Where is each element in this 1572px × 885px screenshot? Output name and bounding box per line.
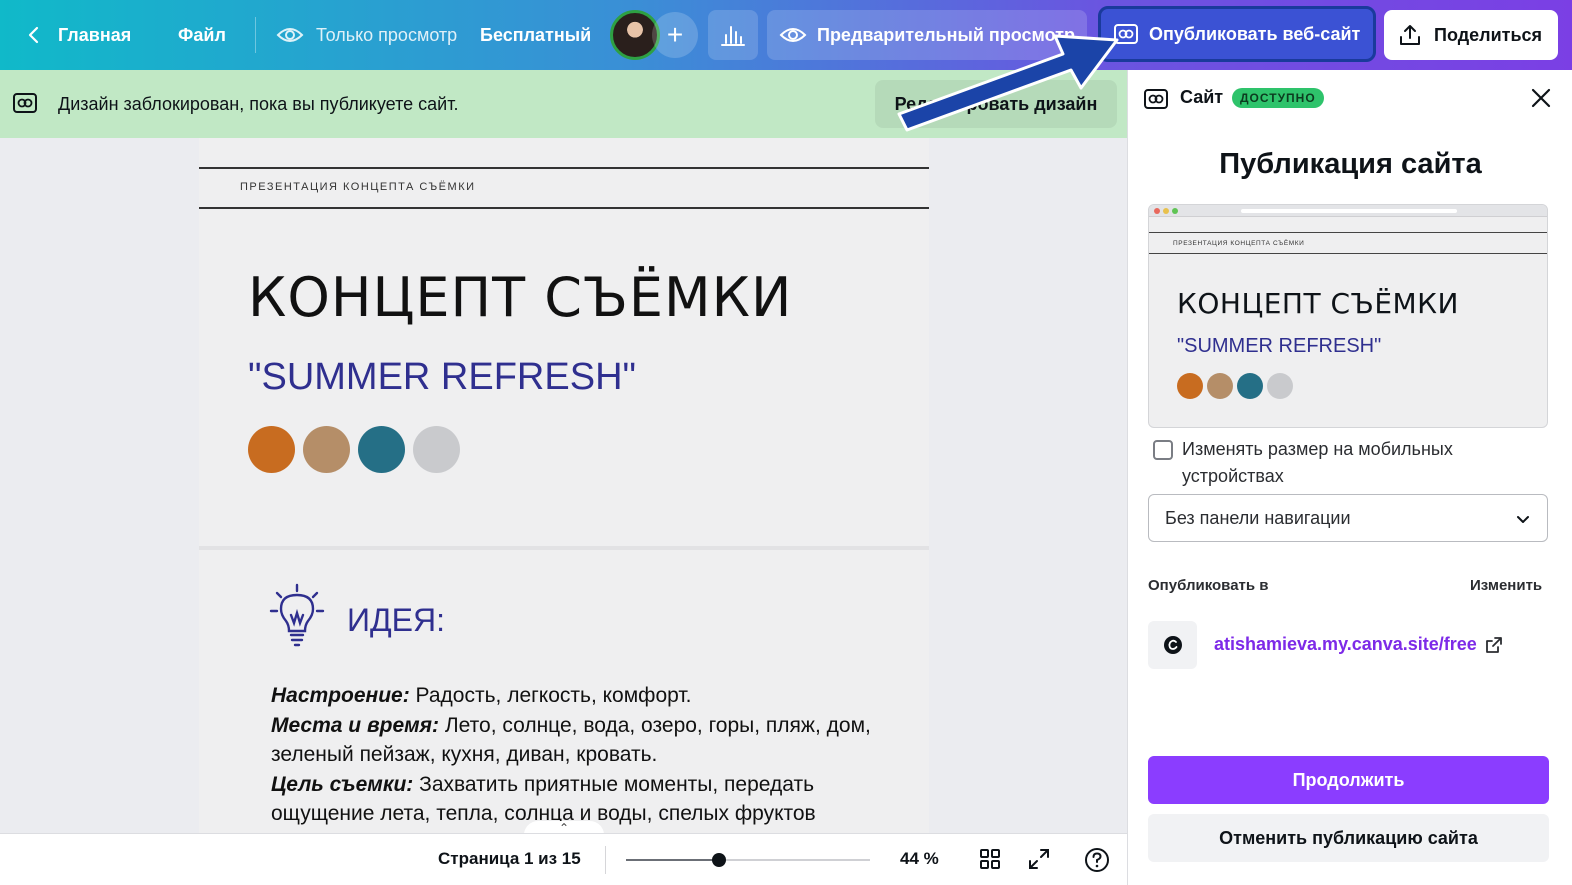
page-counter[interactable]: Страница 1 из 15 [438,849,581,869]
zoom-slider[interactable] [626,853,870,867]
status-badge: ДОСТУПНО [1232,88,1324,108]
navigation-select[interactable]: Без панели навигации [1148,494,1548,542]
insights-button[interactable] [708,10,758,60]
idea-heading: ИДЕЯ: [347,602,446,638]
bar-chart-icon [721,26,745,46]
section-divider [199,546,929,550]
lightbulb-icon [269,583,325,647]
help-icon[interactable] [1084,847,1110,873]
color-swatch [248,426,295,473]
share-label: Поделиться [1434,24,1543,45]
canva-c-icon [1163,636,1182,654]
panel-title: Публикация сайта [1219,148,1482,180]
preview-eyebrow: ПРЕЗЕНТАЦИЯ КОНЦЕПТА СЪЁМКИ [1173,240,1305,247]
chevron-down-icon [1517,516,1529,523]
publish-website-button[interactable]: Опубликовать веб-сайт [1098,6,1376,62]
preview-url-bar [1241,209,1457,213]
color-swatch [1267,373,1293,399]
mobile-resize-checkbox[interactable] [1153,440,1173,460]
panel-header-label: Сайт [1180,87,1224,107]
site-preview: ПРЕЗЕНТАЦИЯ КОНЦЕПТА СЪЁМКИ КОНЦЕПТ СЪЁМ… [1148,204,1548,428]
mood-label: Настроение: [271,684,410,707]
toolbar-divider [605,846,606,874]
zoom-slider-thumb[interactable] [712,853,726,867]
bottom-toolbar: Страница 1 из 15 44 % [0,833,1127,885]
home-button[interactable]: Главная [24,0,131,70]
color-swatch [358,426,405,473]
eye-icon [276,28,304,42]
annotation-arrow-icon [897,34,1119,132]
color-swatches [248,426,460,473]
header-rule [199,167,929,169]
file-menu-button[interactable]: Файл [178,0,226,70]
color-swatch [1237,373,1263,399]
chevron-left-icon [28,26,39,44]
change-domain-link[interactable]: Изменить [1470,577,1542,594]
navigation-select-value: Без панели навигации [1165,507,1351,528]
mood-text: Радость, легкость, комфорт. [409,684,692,707]
unpublish-button[interactable]: Отменить публикацию сайта [1148,814,1549,862]
website-icon [13,93,37,113]
chevron-up-icon: ⌃ [558,821,570,833]
close-icon[interactable] [1528,85,1554,111]
canvas-area: ПРЕЗЕНТАЦИЯ КОНЦЕПТА СЪЁМКИ КОНЦЕПТ СЪЁМ… [0,138,1127,833]
page-subtitle: "SUMMER REFRESH" [248,356,636,398]
expand-pages-handle[interactable]: ⌃ [524,821,604,833]
preview-browser-bar [1149,205,1547,217]
publish-panel: Сайт ДОСТУПНО Публикация сайта ПРЕЗЕНТАЦ… [1127,70,1572,885]
view-only-label: Только просмотр [316,24,458,45]
eye-icon [779,28,807,42]
goal-label: Цель съемки: [271,772,414,796]
view-only-button[interactable]: Только просмотр [276,0,457,70]
publish-to-label: Опубликовать в [1148,577,1269,594]
color-swatch [1207,373,1233,399]
website-icon [1144,89,1168,109]
idea-body: Настроение: Радость, легкость, комфорт. … [271,681,891,829]
toolbar-divider [255,17,256,53]
site-url-link[interactable]: atishamieva.my.canva.site/free [1214,634,1477,655]
upload-icon [1400,25,1420,45]
plus-icon: + [666,19,684,50]
home-label: Главная [58,24,132,45]
preview-subtitle: "SUMMER REFRESH" [1177,335,1382,357]
color-swatch [303,426,350,473]
continue-button[interactable]: Продолжить [1148,756,1549,804]
share-button[interactable]: Поделиться [1384,10,1558,60]
window-dot [1154,208,1160,214]
color-swatch [1177,373,1203,399]
design-page: ПРЕЗЕНТАЦИЯ КОНЦЕПТА СЪЁМКИ КОНЦЕПТ СЪЁМ… [199,138,929,833]
preview-title: КОНЦЕПТ СЪЁМКИ [1177,287,1459,320]
header-rule [199,207,929,209]
window-dot [1163,208,1169,214]
preview-rule [1149,253,1547,254]
places-label: Места и время: [271,713,440,737]
external-link-icon[interactable] [1484,635,1504,655]
page-eyebrow: ПРЕЗЕНТАЦИЯ КОНЦЕПТА СЪЁМКИ [240,181,476,193]
publish-label: Опубликовать веб-сайт [1149,23,1361,44]
grid-view-icon[interactable] [978,847,1002,871]
add-collaborator-button[interactable]: + [652,12,698,58]
fullscreen-icon[interactable] [1027,847,1051,871]
canva-logo-icon [1148,621,1197,669]
preview-rule [1149,232,1547,233]
color-swatch [413,426,460,473]
zoom-slider-fill [626,859,719,861]
mobile-resize-label[interactable]: Изменять размер на мобильных устройствах [1182,436,1522,490]
page-title: КОНЦЕПТ СЪЁМКИ [248,266,793,329]
preview-swatches [1177,373,1293,399]
top-toolbar: Главная Файл Только просмотр Бесплатный … [0,0,1572,70]
zoom-level[interactable]: 44 % [900,849,939,869]
banner-message: Дизайн заблокирован, пока вы публикуете … [58,93,459,114]
window-dot [1172,208,1178,214]
plan-label[interactable]: Бесплатный [480,0,591,70]
